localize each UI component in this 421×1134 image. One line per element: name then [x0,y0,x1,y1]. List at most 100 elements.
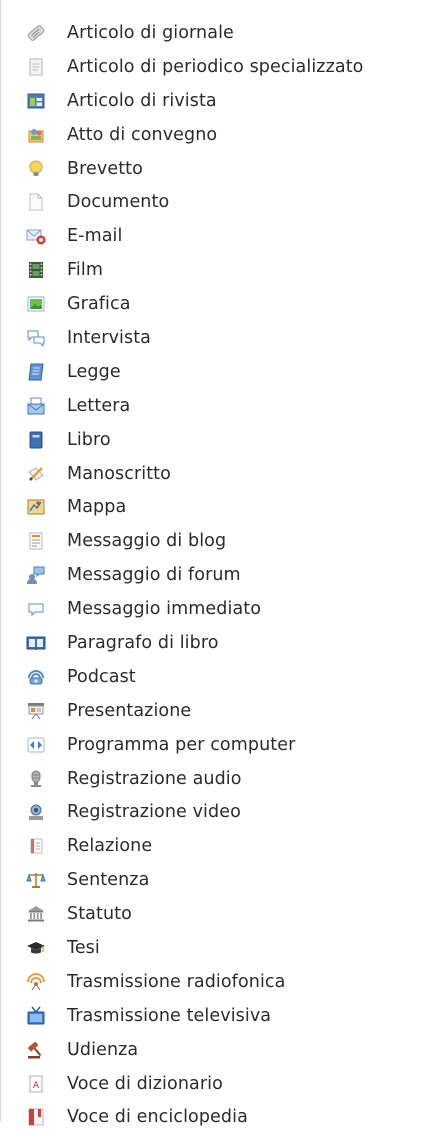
gavel-icon [25,1039,47,1061]
item-type-menu: Articolo di giornale Articolo di periodi… [0,0,421,1121]
menu-item-voce-di-enciclopedia[interactable]: Voce di enciclopedia [1,1101,421,1134]
menu-item-trasmissione-radiofonica[interactable]: Trasmissione radiofonica [1,965,421,999]
tv-broadcast-icon [25,1005,47,1027]
blog-post-icon [25,530,47,552]
menu-item-label: Mappa [67,497,126,517]
menu-item-tesi[interactable]: Tesi [1,931,421,965]
menu-item-label: Lettera [67,396,130,416]
forum-post-icon [25,564,47,586]
menu-item-label: Statuto [67,904,132,924]
menu-item-label: Voce di dizionario [67,1074,223,1094]
menu-item-documento[interactable]: Documento [1,185,421,219]
menu-item-podcast[interactable]: Podcast [1,660,421,694]
menu-item-legge[interactable]: Legge [1,355,421,389]
document-icon [25,191,47,213]
audio-recording-icon [25,768,47,790]
menu-item-grafica[interactable]: Grafica [1,287,421,321]
menu-item-label: Messaggio di blog [67,531,226,551]
menu-item-atto-di-convegno[interactable]: Atto di convegno [1,118,421,152]
magazine-article-icon [25,90,47,112]
menu-item-registrazione-video[interactable]: Registrazione video [1,795,421,829]
menu-item-presentazione[interactable]: Presentazione [1,694,421,728]
email-icon [25,225,47,247]
menu-item-label: Trasmissione radiofonica [67,972,285,992]
radio-broadcast-icon [25,971,47,993]
book-section-icon [25,632,47,654]
podcast-icon [25,666,47,688]
menu-item-manoscritto[interactable]: Manoscritto [1,457,421,491]
menu-item-intervista[interactable]: Intervista [1,321,421,355]
video-recording-icon [25,801,47,823]
graduation-cap-icon [25,937,47,959]
menu-item-label: Grafica [67,294,131,314]
menu-item-label: Articolo di periodico specializzato [67,57,363,77]
menu-item-label: Articolo di giornale [67,23,234,43]
interview-speech-bubbles-icon [25,327,47,349]
menu-item-libro[interactable]: Libro [1,423,421,457]
menu-item-label: Tesi [67,938,100,958]
menu-item-messaggio-immediato[interactable]: Messaggio immediato [1,592,421,626]
computer-program-icon [25,734,47,756]
menu-item-udienza[interactable]: Udienza [1,1033,421,1067]
menu-item-label: Messaggio di forum [67,565,241,585]
menu-item-label: Brevetto [67,159,143,179]
menu-item-label: Documento [67,192,169,212]
menu-item-film[interactable]: Film [1,253,421,287]
film-icon [25,259,47,281]
menu-item-label: Registrazione audio [67,769,242,789]
menu-item-label: Legge [67,362,121,382]
journal-article-icon [25,56,47,78]
menu-item-messaggio-di-forum[interactable]: Messaggio di forum [1,558,421,592]
menu-item-label: Atto di convegno [67,125,217,145]
menu-item-label: Podcast [67,667,136,687]
statute-building-icon [25,903,47,925]
menu-item-label: Relazione [67,836,152,856]
menu-item-sentenza[interactable]: Sentenza [1,863,421,897]
menu-item-lettera[interactable]: Lettera [1,389,421,423]
map-icon [25,496,47,518]
patent-lightbulb-icon [25,158,47,180]
menu-item-voce-di-dizionario[interactable]: A Voce di dizionario [1,1067,421,1101]
menu-item-articolo-di-giornale[interactable]: Articolo di giornale [1,16,421,50]
svg-text:A: A [33,1081,40,1091]
menu-item-label: Articolo di rivista [67,91,217,111]
menu-item-label: Presentazione [67,701,191,721]
menu-item-label: Trasmissione televisiva [67,1006,271,1026]
menu-item-label: Sentenza [67,870,149,890]
menu-item-messaggio-di-blog[interactable]: Messaggio di blog [1,524,421,558]
menu-item-brevetto[interactable]: Brevetto [1,152,421,186]
menu-item-mappa[interactable]: Mappa [1,490,421,524]
menu-item-trasmissione-televisiva[interactable]: Trasmissione televisiva [1,999,421,1033]
book-icon [25,429,47,451]
menu-item-articolo-di-periodico[interactable]: Articolo di periodico specializzato [1,50,421,84]
menu-item-label: Voce di enciclopedia [67,1107,248,1127]
menu-item-relazione[interactable]: Relazione [1,829,421,863]
manuscript-pen-icon [25,463,47,485]
menu-item-label: Film [67,260,103,280]
presentation-icon [25,700,47,722]
menu-item-label: Libro [67,430,111,450]
newspaper-article-icon [25,22,47,44]
menu-item-paragrafo-di-libro[interactable]: Paragrafo di libro [1,626,421,660]
letter-icon [25,395,47,417]
menu-item-label: Messaggio immediato [67,599,261,619]
conference-proceedings-icon [25,124,47,146]
menu-item-e-mail[interactable]: E-mail [1,219,421,253]
dictionary-entry-icon: A [25,1073,47,1095]
law-book-icon [25,361,47,383]
menu-item-registrazione-audio[interactable]: Registrazione audio [1,762,421,796]
menu-item-programma-per-computer[interactable]: Programma per computer [1,728,421,762]
instant-message-icon [25,598,47,620]
menu-item-statuto[interactable]: Statuto [1,897,421,931]
encyclopedia-entry-icon [25,1106,47,1128]
menu-item-label: Registrazione video [67,802,241,822]
menu-item-label: Manoscritto [67,464,171,484]
graphic-image-icon [25,293,47,315]
menu-item-label: Programma per computer [67,735,295,755]
report-icon [25,835,47,857]
menu-item-articolo-di-rivista[interactable]: Articolo di rivista [1,84,421,118]
menu-item-label: Udienza [67,1040,138,1060]
menu-item-label: Paragrafo di libro [67,633,219,653]
scales-icon [25,869,47,891]
menu-item-label: Intervista [67,328,151,348]
